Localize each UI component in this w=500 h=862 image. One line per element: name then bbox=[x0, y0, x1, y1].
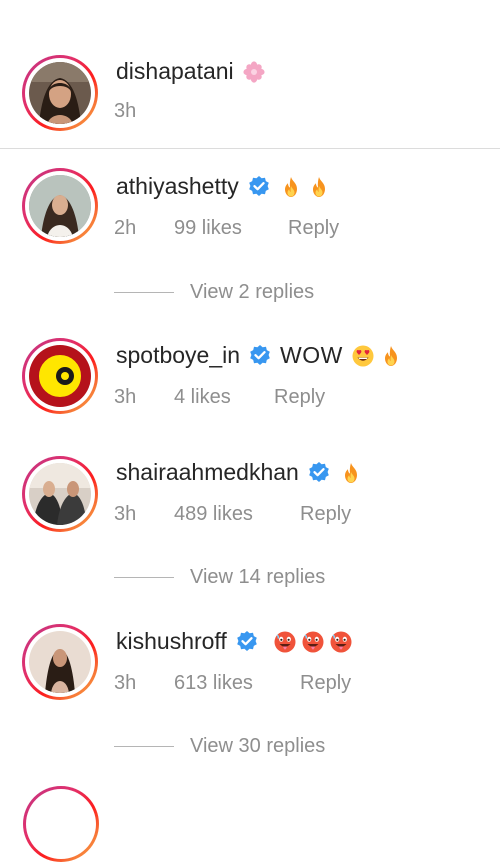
comment-row-athiyashetty: athiyashetty bbox=[116, 173, 331, 200]
comment-meta: 2h 99 likes Reply bbox=[114, 217, 339, 240]
likes-count[interactable]: 4 likes bbox=[174, 386, 274, 409]
reply-button[interactable]: Reply bbox=[288, 217, 339, 240]
likes-count[interactable]: 99 likes bbox=[174, 217, 288, 240]
caption-username-row: dishapatani bbox=[116, 58, 266, 85]
view-replies-label[interactable]: View 30 replies bbox=[190, 735, 325, 758]
comment-emojis bbox=[339, 461, 363, 485]
reply-button[interactable]: Reply bbox=[300, 503, 351, 526]
comment-emojis bbox=[279, 175, 331, 199]
timestamp: 2h bbox=[114, 217, 137, 239]
profile-photo bbox=[29, 631, 91, 693]
verified-badge-icon bbox=[307, 460, 330, 483]
replies-divider bbox=[114, 577, 174, 578]
view-replies-label[interactable]: View 14 replies bbox=[190, 566, 325, 589]
timestamp: 3h bbox=[114, 503, 137, 525]
caption-header: dishapatani 3h bbox=[0, 0, 500, 149]
view-replies[interactable]: View 30 replies bbox=[114, 735, 325, 758]
comment-row-shairaahmedkhan: shairaahmedkhan bbox=[116, 459, 363, 486]
avatar-next-comment[interactable] bbox=[23, 786, 99, 862]
comment-meta: 3h 613 likes Reply bbox=[114, 672, 351, 695]
profile-photo bbox=[29, 62, 91, 124]
profile-photo bbox=[29, 463, 91, 525]
fire-emoji-icon bbox=[312, 176, 325, 197]
view-replies-label[interactable]: View 2 replies bbox=[190, 281, 314, 304]
timestamp: 3h bbox=[114, 100, 137, 122]
hot-face-emoji-icon bbox=[329, 630, 353, 653]
timestamp: 3h bbox=[114, 672, 137, 694]
username-spotboye-in[interactable]: spotboye_in bbox=[116, 342, 240, 369]
avatar-spotboye-in[interactable] bbox=[22, 338, 98, 414]
username-dishapatani[interactable]: dishapatani bbox=[116, 58, 234, 85]
username-shairaahmedkhan[interactable]: shairaahmedkhan bbox=[116, 459, 299, 486]
heart-eyes-emoji-icon bbox=[352, 345, 374, 366]
avatar-athiyashetty[interactable] bbox=[22, 168, 98, 244]
avatar-shairaahmedkhan[interactable] bbox=[22, 456, 98, 532]
verified-badge-icon bbox=[249, 343, 271, 366]
comment-emojis bbox=[351, 344, 403, 368]
comment-row-kishushroff: kishushroff bbox=[116, 628, 353, 655]
fire-emoji-icon bbox=[344, 462, 357, 483]
likes-count[interactable]: 489 likes bbox=[174, 503, 300, 526]
comment-text: WOW bbox=[280, 342, 343, 368]
view-replies[interactable]: View 14 replies bbox=[114, 566, 325, 589]
profile-photo bbox=[29, 175, 91, 237]
verified-badge-icon bbox=[235, 629, 258, 652]
caption-meta: 3h bbox=[114, 100, 136, 123]
avatar-dishapatani[interactable] bbox=[22, 55, 98, 131]
reply-button[interactable]: Reply bbox=[274, 386, 325, 409]
likes-count[interactable]: 613 likes bbox=[174, 672, 300, 695]
view-replies[interactable]: View 2 replies bbox=[114, 281, 314, 304]
timestamp: 3h bbox=[114, 386, 137, 408]
username-athiyashetty[interactable]: athiyashetty bbox=[116, 173, 239, 200]
profile-photo bbox=[29, 345, 91, 407]
flower-emoji-icon bbox=[243, 60, 265, 83]
avatar-kishushroff[interactable] bbox=[22, 624, 98, 700]
replies-divider bbox=[114, 746, 174, 747]
replies-divider bbox=[114, 292, 174, 293]
verified-badge-icon bbox=[247, 174, 270, 197]
comment-row-spotboye-in: spotboye_in WOW bbox=[116, 342, 403, 369]
comment-meta: 3h 489 likes Reply bbox=[114, 503, 351, 526]
reply-button[interactable]: Reply bbox=[300, 672, 351, 695]
hot-face-emoji-icon bbox=[301, 630, 325, 653]
comment-meta: 3h 4 likes Reply bbox=[114, 386, 325, 409]
fire-emoji-icon bbox=[284, 176, 297, 197]
comment-emojis bbox=[273, 630, 353, 654]
username-kishushroff[interactable]: kishushroff bbox=[116, 628, 227, 655]
fire-emoji-icon bbox=[384, 345, 397, 366]
hot-face-emoji-icon bbox=[273, 630, 297, 653]
